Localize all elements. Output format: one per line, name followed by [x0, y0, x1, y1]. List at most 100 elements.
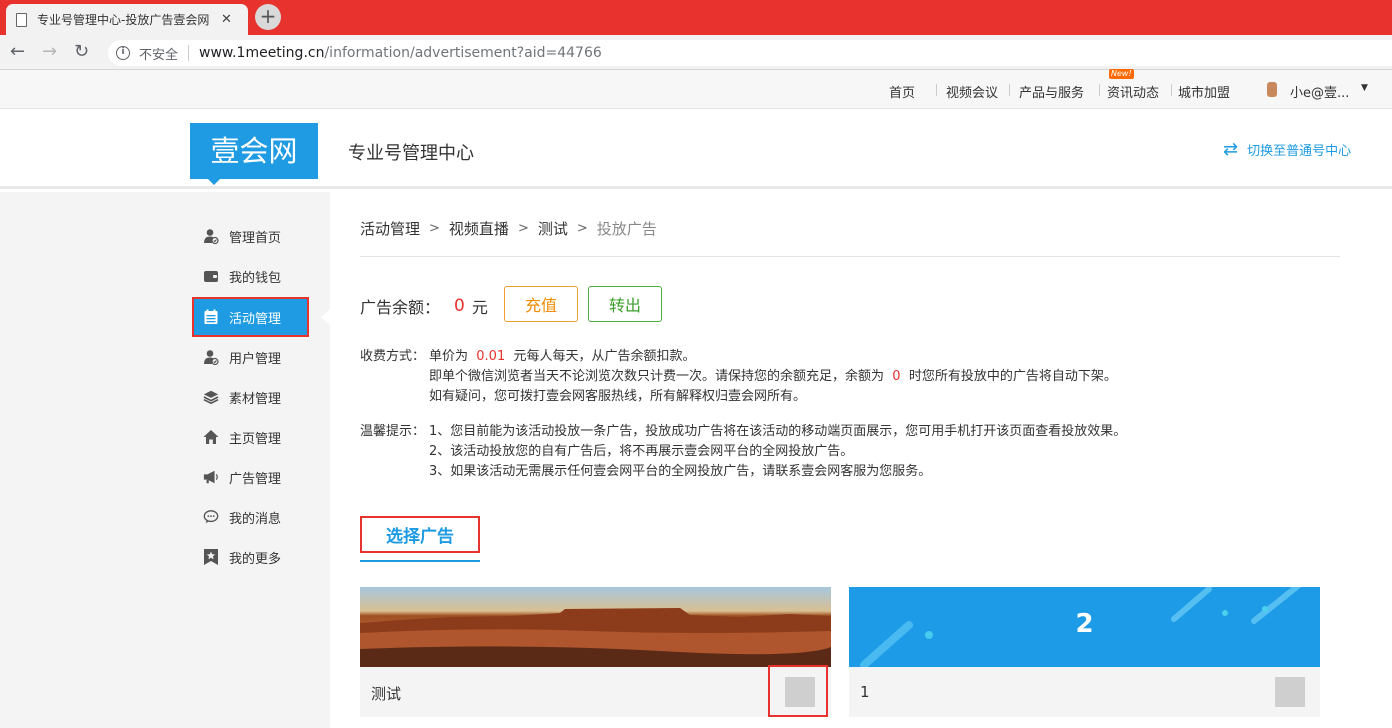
breadcrumb-item[interactable]: 测试 — [538, 218, 568, 239]
topnav-city-join[interactable]: 城市加盟 — [1178, 82, 1230, 101]
ad-balance: 广告余额： 0 元 — [360, 294, 488, 318]
ad-card[interactable]: 测试 — [360, 587, 831, 717]
nav-divider — [1099, 84, 1100, 96]
balance-unit: 元 — [471, 298, 488, 317]
topnav-video-meeting[interactable]: 视频会议 — [946, 82, 998, 101]
fee-line-3: 如有疑问，您可拨打壹会网客服热线，所有解释权归壹会网所有。 — [429, 389, 807, 404]
sidebar-item-label: 我的消息 — [229, 511, 282, 527]
close-icon[interactable]: ✕ — [221, 12, 232, 27]
sidebar-item-label: 管理首页 — [229, 230, 282, 246]
balance-amount: 0 — [454, 296, 465, 316]
tab-select-ad[interactable]: 选择广告 — [360, 516, 480, 553]
ad-thumbnail-text: 2 — [1075, 609, 1094, 639]
calendar-icon — [203, 309, 219, 325]
transfer-button[interactable]: 转出 — [588, 286, 662, 322]
sidebar-item-materials[interactable]: 素材管理 — [193, 378, 308, 416]
swap-arrows-icon: ⇄ — [1223, 138, 1239, 160]
sidebar-item-homepage[interactable]: 主页管理 — [193, 418, 308, 456]
megaphone-icon — [203, 469, 219, 485]
sidebar-item-label: 主页管理 — [229, 431, 282, 447]
desert-landscape-image — [360, 608, 831, 667]
page-title: 专业号管理中心 — [348, 143, 474, 164]
fee-description: 收费方式： 单价为 0.01 元每人每天，从广告余额扣款。 即单个微信浏览者当天… — [360, 347, 1260, 407]
topnav-news[interactable]: 资讯动态 — [1107, 82, 1159, 101]
nav-divider — [936, 84, 937, 96]
new-badge: New! — [1109, 69, 1134, 79]
main-content: 活动管理 > 视频直播 > 测试 > 投放广告 广告余额： 0 元 充值 转出 … — [330, 192, 1392, 728]
fee-label: 收费方式： — [360, 349, 426, 364]
ad-thumbnail — [360, 587, 831, 667]
tip-line: 3、如果该活动无需展示任何壹会网平台的全网投放广告，请联系壹会网客服为您服务。 — [429, 464, 932, 479]
site-logo[interactable]: 壹会网 — [190, 123, 318, 179]
nav-divider — [1171, 84, 1172, 96]
sidebar: 管理首页 我的钱包 活动管理 用户管理 素材管理 主页管理 广告管理 我的消息 … — [0, 192, 330, 728]
divider — [360, 256, 1340, 257]
sidebar-item-label: 我的更多 — [229, 551, 282, 567]
caret-down-icon[interactable]: ▼ — [1361, 83, 1368, 93]
chat-icon — [203, 509, 219, 525]
breadcrumb-item[interactable]: 视频直播 — [449, 218, 509, 239]
sidebar-item-label: 广告管理 — [229, 471, 282, 487]
browser-tabstrip: 专业号管理中心-投放广告壹会网 ✕ + — [0, 0, 1392, 35]
home-icon — [203, 429, 219, 445]
breadcrumb-separator: > — [576, 221, 588, 236]
back-arrow-icon[interactable]: ← — [10, 41, 25, 63]
unit-price: 0.01 — [476, 349, 506, 364]
browser-toolbar: ← → ↻ i 不安全 www.1meeting.cn/information/… — [0, 35, 1392, 70]
fee-text: 即单个微信浏览者当天不论浏览次数只计费一次。请保持您的余额充足，余额为 — [429, 369, 885, 384]
url-path: /information/advertisement?aid=44766 — [324, 45, 602, 61]
reload-icon[interactable]: ↻ — [74, 41, 89, 63]
layers-icon — [203, 389, 219, 405]
security-label: 不安全 — [139, 47, 179, 63]
fee-text: 单价为 — [429, 349, 469, 364]
sidebar-item-label: 用户管理 — [229, 351, 282, 367]
sidebar-item-messages[interactable]: 我的消息 — [193, 498, 308, 536]
page-header: 壹会网 专业号管理中心 ⇄ 切换至普通号中心 — [0, 109, 1392, 189]
sidebar-item-more[interactable]: 我的更多 — [193, 538, 308, 576]
star-icon — [203, 549, 219, 565]
tips-label: 温馨提示： — [360, 424, 426, 439]
user-check-icon — [203, 228, 219, 244]
user-name[interactable]: 小e@壹... — [1290, 82, 1349, 101]
switch-account-label: 切换至普通号中心 — [1247, 144, 1352, 159]
nav-divider — [1009, 84, 1010, 96]
fee-line-2: 即单个微信浏览者当天不论浏览次数只计费一次。请保持您的余额充足，余额为 0 时您… — [429, 367, 1117, 387]
forward-arrow-icon[interactable]: → — [42, 41, 57, 63]
site-top-nav: 首页 视频会议 产品与服务 资讯动态 New! 城市加盟 小e@壹... ▼ — [0, 69, 1392, 109]
threshold-amount: 0 — [892, 369, 901, 384]
topnav-home[interactable]: 首页 — [889, 82, 915, 101]
sidebar-item-users[interactable]: 用户管理 — [193, 338, 308, 376]
logo-tail-shape — [206, 177, 222, 185]
browser-tab[interactable]: 专业号管理中心-投放广告壹会网 ✕ — [6, 4, 248, 35]
sidebar-item-home[interactable]: 管理首页 — [193, 217, 308, 255]
page-icon — [16, 12, 27, 27]
ad-card[interactable]: 2 1 — [849, 587, 1320, 717]
ad-checkbox[interactable] — [1275, 677, 1305, 707]
address-bar[interactable]: i 不安全 www.1meeting.cn/information/advert… — [108, 40, 1392, 66]
info-icon[interactable]: i — [116, 46, 130, 60]
select-ad-tab: 选择广告 — [360, 516, 480, 562]
avatar[interactable] — [1267, 82, 1277, 97]
recharge-button[interactable]: 充值 — [504, 286, 578, 322]
topnav-products[interactable]: 产品与服务 — [1019, 82, 1084, 101]
url-divider — [188, 45, 190, 61]
sidebar-item-wallet[interactable]: 我的钱包 — [193, 257, 308, 295]
wallet-icon — [203, 268, 219, 284]
breadcrumb-separator: > — [517, 221, 529, 236]
sidebar-item-label: 我的钱包 — [229, 270, 282, 286]
fee-text: 元每人每天，从广告余额扣款。 — [513, 349, 696, 364]
sidebar-item-activity[interactable]: 活动管理 — [192, 297, 309, 337]
breadcrumb-separator: > — [429, 221, 440, 236]
url-text[interactable]: www.1meeting.cn/information/advertisemen… — [199, 45, 602, 61]
tab-title: 专业号管理中心-投放广告壹会网 — [37, 13, 210, 27]
balance-label: 广告余额： — [360, 298, 441, 317]
ad-caption: 测试 — [371, 685, 402, 703]
new-tab-button[interactable]: + — [255, 4, 281, 30]
active-pointer — [321, 309, 330, 325]
ad-checkbox[interactable] — [785, 677, 815, 707]
breadcrumb-item[interactable]: 活动管理 — [360, 218, 420, 239]
sidebar-item-ads[interactable]: 广告管理 — [193, 458, 308, 496]
url-host: www.1meeting.cn — [199, 45, 325, 61]
switch-account-link[interactable]: ⇄ 切换至普通号中心 — [1223, 140, 1351, 159]
sidebar-item-label: 素材管理 — [229, 391, 282, 407]
